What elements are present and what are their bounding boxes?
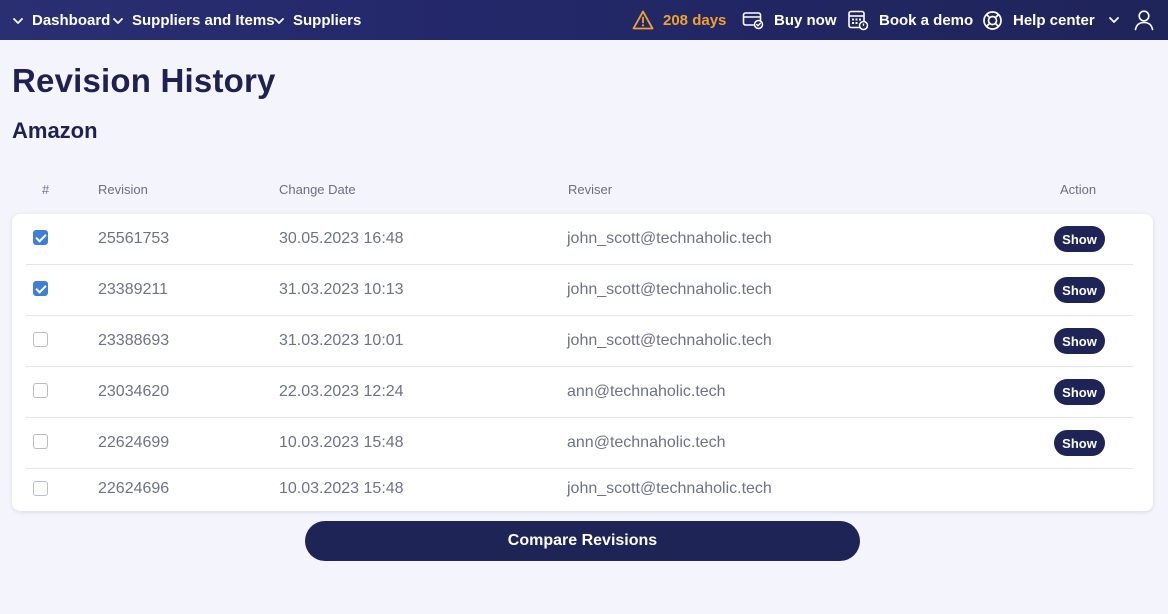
revision-number: 23388693 [98, 332, 170, 349]
table-row: 22624696 10.03.2023 15:48 john_scott@tec… [12, 469, 1153, 520]
breadcrumb-suppliers-and-items[interactable]: Suppliers and Items [112, 12, 275, 29]
change-date: 31.03.2023 10:13 [279, 281, 404, 298]
book-demo-button[interactable]: Book a demo [847, 0, 973, 40]
buy-now-label: Buy now [774, 11, 837, 29]
supplier-name: Amazon [12, 118, 98, 143]
change-date: 22.03.2023 12:24 [279, 383, 404, 400]
show-revision-button[interactable]: Show [1054, 379, 1105, 405]
lifebuoy-icon [983, 10, 1002, 30]
row-select-checkbox[interactable] [33, 383, 48, 398]
reviser-email: john_scott@technaholic.tech [567, 480, 772, 497]
breadcrumb-label: Dashboard [32, 12, 111, 29]
change-date: 31.03.2023 10:01 [279, 332, 404, 349]
show-revision-button[interactable]: Show [1054, 328, 1105, 354]
row-select-checkbox[interactable] [33, 434, 48, 449]
reviser-email: john_scott@technaholic.tech [567, 230, 772, 247]
top-navigation-bar: Dashboard Suppliers and Items Suppliers … [0, 0, 1168, 40]
column-header-change-date: Change Date [279, 182, 356, 197]
table-row: 22624699 10.03.2023 15:48 ann@technaholi… [12, 418, 1153, 469]
breadcrumb-dashboard[interactable]: Dashboard [12, 12, 110, 29]
buy-now-button[interactable]: Buy now [742, 0, 837, 40]
row-select-checkbox[interactable] [33, 481, 48, 496]
column-header-number: # [42, 182, 50, 197]
column-header-reviser: Reviser [568, 182, 613, 197]
revision-number: 25561753 [98, 230, 170, 247]
table-row: 25561753 30.05.2023 16:48 john_scott@tec… [12, 214, 1153, 265]
row-select-checkbox[interactable] [33, 281, 48, 296]
reviser-email: ann@technaholic.tech [567, 383, 726, 400]
chevron-down-icon [274, 17, 284, 24]
chevron-down-icon [13, 17, 23, 24]
table-row: 23388693 31.03.2023 10:01 john_scott@tec… [12, 316, 1153, 367]
row-select-checkbox[interactable] [33, 230, 48, 245]
reviser-email: john_scott@technaholic.tech [567, 281, 772, 298]
warning-icon [632, 10, 654, 30]
account-menu[interactable] [1108, 0, 1154, 40]
trial-days-label: 208 days [663, 11, 727, 29]
table-row: 23034620 22.03.2023 12:24 ann@technaholi… [12, 367, 1153, 418]
chevron-down-icon [1109, 17, 1119, 23]
breadcrumb-label: Suppliers [293, 12, 362, 29]
help-center-button[interactable]: Help center [982, 0, 1095, 40]
change-date: 10.03.2023 15:48 [279, 480, 404, 497]
book-demo-label: Book a demo [879, 11, 974, 29]
breadcrumb-suppliers[interactable]: Suppliers [273, 12, 361, 29]
chevron-down-icon [113, 17, 123, 24]
column-header-action: Action [1060, 182, 1097, 197]
help-center-label: Help center [1013, 11, 1095, 29]
revision-number: 23034620 [98, 383, 170, 400]
card-icon [742, 12, 764, 30]
revision-number: 22624696 [98, 480, 170, 497]
table-row: 23389211 31.03.2023 10:13 john_scott@tec… [12, 265, 1153, 316]
user-icon [1134, 10, 1154, 31]
row-select-checkbox[interactable] [33, 332, 48, 347]
revision-number: 23389211 [98, 281, 168, 298]
revision-number: 22624699 [98, 434, 170, 451]
trial-days-indicator[interactable]: 208 days [632, 0, 726, 40]
show-revision-button[interactable]: Show [1054, 277, 1105, 303]
change-date: 30.05.2023 16:48 [279, 230, 404, 247]
change-date: 10.03.2023 15:48 [279, 434, 404, 451]
calendar-icon [848, 10, 869, 31]
page-title: Revision History [12, 62, 276, 99]
column-header-revision: Revision [98, 182, 148, 197]
breadcrumb-label: Suppliers and Items [132, 12, 275, 29]
reviser-email: john_scott@technaholic.tech [567, 332, 772, 349]
show-revision-button[interactable]: Show [1054, 226, 1105, 252]
reviser-email: ann@technaholic.tech [567, 434, 726, 451]
table-header: # Revision Change Date Reviser Action [0, 182, 1168, 198]
show-revision-button[interactable]: Show [1054, 430, 1105, 456]
compare-revisions-button[interactable]: Compare Revisions [305, 521, 860, 561]
revision-table: 25561753 30.05.2023 16:48 john_scott@tec… [12, 214, 1153, 511]
